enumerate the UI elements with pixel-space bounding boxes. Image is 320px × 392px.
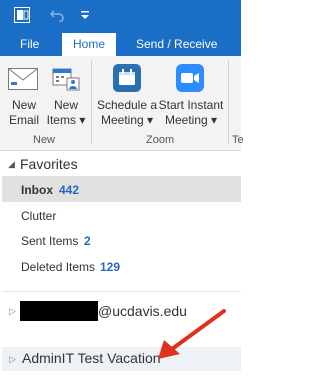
folder-label: Deleted Items bbox=[21, 260, 96, 274]
undo-icon[interactable] bbox=[50, 8, 64, 22]
outlook-app-icon bbox=[14, 7, 30, 23]
folder-inbox[interactable]: Inbox 442 bbox=[2, 176, 241, 202]
item-count: 2 bbox=[84, 234, 91, 248]
folder-clutter[interactable]: Clutter bbox=[2, 202, 241, 228]
tab-send-receive[interactable]: Send / Receive bbox=[136, 33, 217, 56]
pane-divider bbox=[2, 291, 241, 292]
group-label-clipped: Te bbox=[232, 134, 244, 146]
ribbon-divider bbox=[228, 60, 229, 144]
schedule-meeting-label-2: Meeting ▾ bbox=[100, 113, 154, 127]
unread-count: 442 bbox=[59, 183, 80, 197]
new-email-button[interactable]: New Email bbox=[4, 64, 40, 132]
folder-label: Sent Items bbox=[21, 234, 79, 248]
favorites-header[interactable]: Favorites bbox=[20, 156, 78, 172]
new-email-label-2: Email bbox=[8, 113, 39, 127]
collapse-favorites-icon[interactable]: ◢ bbox=[8, 159, 15, 170]
ribbon-tab-strip: File Home Send / Receive bbox=[0, 33, 241, 56]
start-instant-label-2: Meeting ▾ bbox=[164, 113, 218, 127]
expand-account-icon[interactable]: ▷ bbox=[9, 306, 16, 317]
new-items-button[interactable]: New Items ▾ bbox=[46, 64, 86, 132]
folder-label: Clutter bbox=[21, 209, 57, 223]
shared-mailbox-label: AdminIT Test Vacation bbox=[22, 350, 161, 366]
start-instant-label-1: Start Instant bbox=[158, 98, 224, 112]
envelope-icon bbox=[8, 68, 38, 90]
folder-deleted-items[interactable]: Deleted Items 129 bbox=[2, 254, 241, 280]
schedule-meeting-label-1: Schedule a bbox=[96, 98, 158, 112]
zoom-video-icon bbox=[176, 64, 204, 92]
start-instant-meeting-button[interactable]: Start Instant Meeting ▾ bbox=[158, 64, 224, 132]
schedule-meeting-button[interactable]: Schedule a Meeting ▾ bbox=[96, 64, 158, 132]
folder-sent-items[interactable]: Sent Items 2 bbox=[2, 228, 241, 254]
group-label-new: New bbox=[33, 134, 56, 146]
annotation-arrow-icon bbox=[158, 309, 226, 359]
folder-pane: ◢ Favorites Inbox 442 Clutter Sent Items… bbox=[0, 151, 241, 392]
group-label-zoom: Zoom bbox=[146, 134, 175, 146]
new-items-label-1: New bbox=[53, 98, 78, 112]
new-items-icon bbox=[52, 68, 80, 91]
calendar-icon bbox=[113, 64, 141, 92]
title-bar bbox=[0, 0, 241, 33]
item-count: 129 bbox=[100, 260, 121, 274]
customize-toolbar-icon[interactable] bbox=[81, 10, 89, 20]
ribbon: New Email New Items ▾ New Schedule a Mee… bbox=[0, 56, 244, 151]
folder-label: Inbox bbox=[21, 183, 53, 197]
new-email-label-1: New bbox=[11, 98, 36, 112]
tab-file[interactable]: File bbox=[20, 33, 39, 56]
redacted-username bbox=[20, 301, 98, 321]
ribbon-divider bbox=[91, 60, 92, 144]
new-items-label-2: Items ▾ bbox=[46, 113, 86, 127]
expand-mailbox-icon[interactable]: ▷ bbox=[9, 354, 16, 365]
tab-home[interactable]: Home bbox=[62, 33, 116, 56]
